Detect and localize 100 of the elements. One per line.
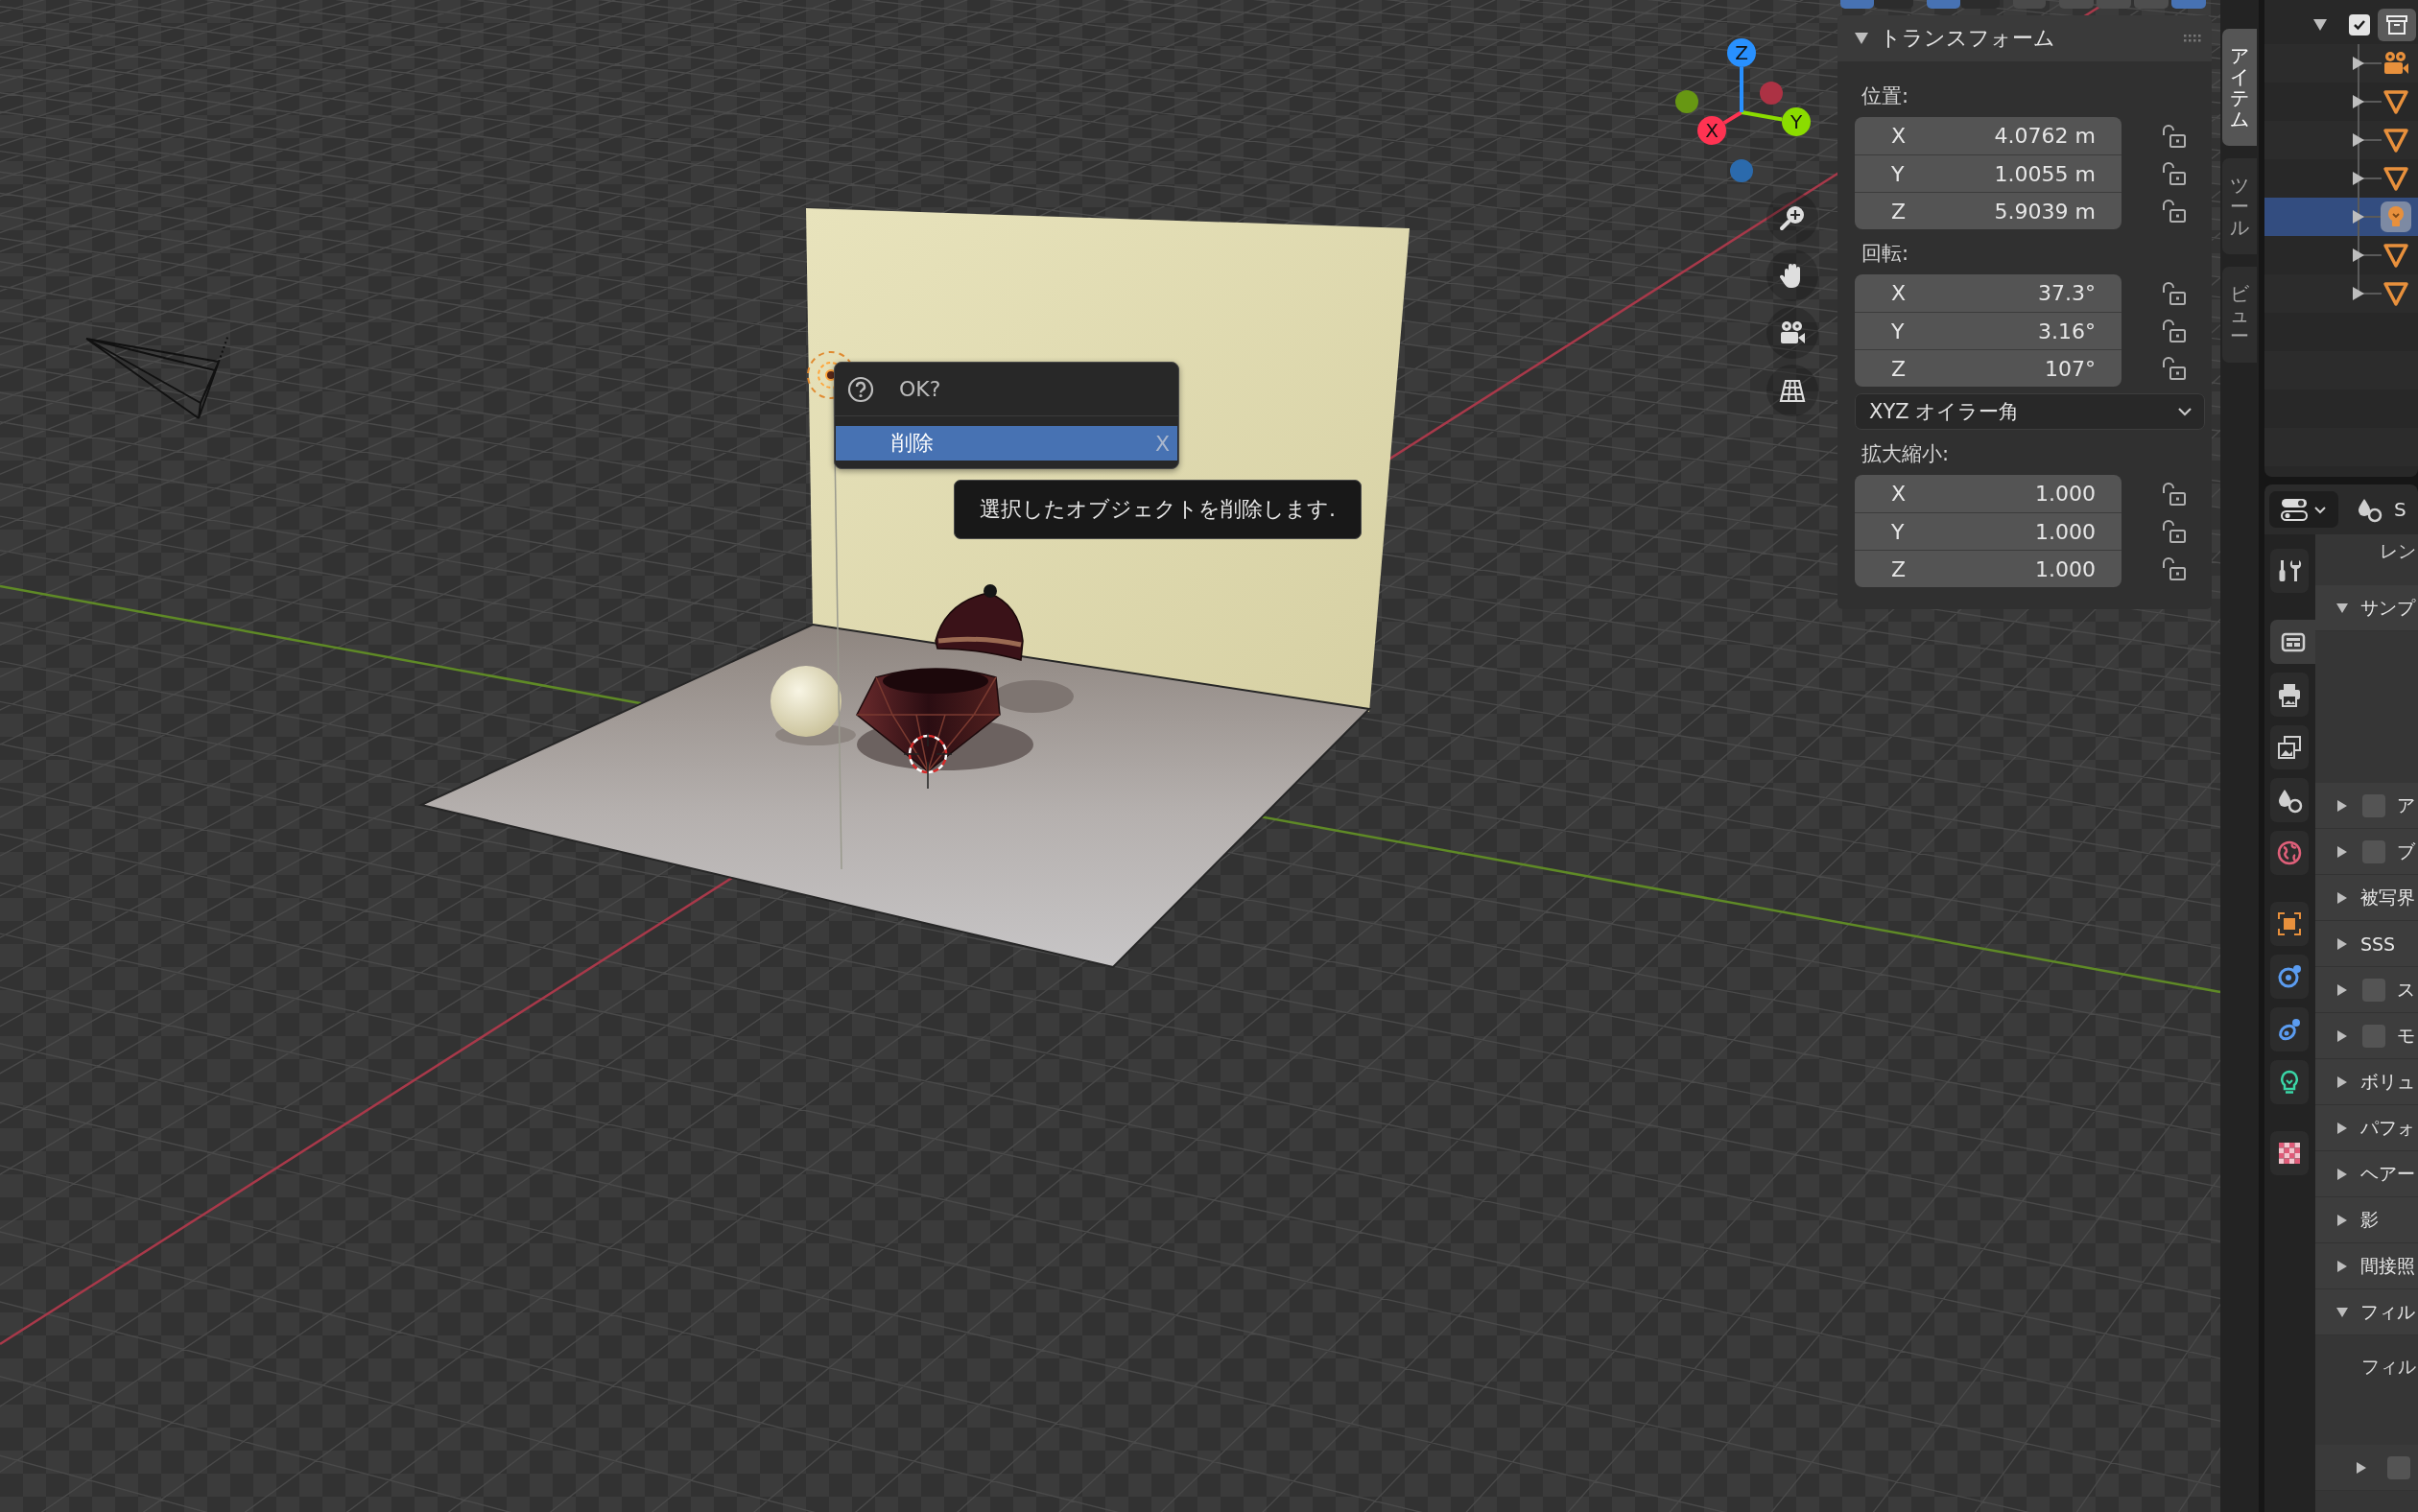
field-label: X: [1891, 281, 1907, 305]
axis-handle[interactable]: Y: [1782, 107, 1811, 136]
properties-tab[interactable]: [2270, 1007, 2309, 1051]
expand-arrow-icon[interactable]: [2352, 172, 2365, 185]
section-label: 位置:: [1861, 83, 1910, 109]
panel-title: モ: [2397, 1023, 2415, 1048]
sidebar-tab[interactable]: ビュー: [2222, 267, 2257, 363]
field-value: 4.0762 m: [1994, 124, 2096, 148]
panel-header[interactable]: サンプ: [2315, 585, 2418, 631]
panel-title: 影: [2360, 1207, 2379, 1232]
panel-header[interactable]: ス: [2315, 967, 2418, 1013]
field-label: Z: [1891, 556, 1907, 581]
panel-header[interactable]: SSS: [2315, 921, 2418, 967]
rotation-mode-dropdown[interactable]: XYZ オイラー角: [1855, 393, 2205, 430]
properties-tab[interactable]: [2270, 831, 2309, 875]
zoom-button[interactable]: [1766, 192, 1818, 244]
field-value: 3.16°: [2038, 319, 2096, 343]
padlock-icon[interactable]: [2160, 280, 2187, 306]
camera-view-button[interactable]: [1766, 307, 1818, 359]
properties-tab[interactable]: [2270, 1131, 2309, 1175]
padlock-icon[interactable]: [2160, 318, 2187, 343]
properties-tab[interactable]: [2270, 725, 2309, 769]
panel-title: ブ: [2397, 839, 2415, 863]
panel-title: ボリュ: [2360, 1069, 2415, 1094]
panel-header[interactable]: ヘアー: [2315, 1151, 2418, 1197]
panel-header[interactable]: モ: [2315, 1013, 2418, 1059]
field-label: Z: [1891, 199, 1907, 224]
negative-axis-handle[interactable]: [1730, 159, 1753, 182]
padlock-icon[interactable]: [2160, 123, 2187, 149]
panel-header[interactable]: 間接照: [2315, 1243, 2418, 1289]
properties-tab[interactable]: [2270, 955, 2309, 999]
property-label: フィル: [2360, 1355, 2417, 1379]
panel-title: パフォ: [2360, 1115, 2415, 1140]
panel-title: ア: [2397, 792, 2415, 817]
properties-tab[interactable]: [2270, 902, 2309, 946]
panel-header[interactable]: トランスフォーム: [1837, 15, 2212, 61]
padlock-icon[interactable]: [2160, 355, 2187, 381]
sidebar-tab[interactable]: ツール: [2222, 158, 2257, 254]
checkbox[interactable]: [2349, 14, 2370, 35]
orbit-icon: [2276, 963, 2303, 990]
expand-arrow-icon[interactable]: [2352, 133, 2365, 147]
panel-header[interactable]: ボリュ: [2315, 1059, 2418, 1105]
chevron-icon: [2177, 407, 2193, 416]
projection-button[interactable]: [1766, 365, 1818, 416]
panel-header[interactable]: フィル: [2315, 1289, 2418, 1335]
expand-arrow-icon[interactable]: [2352, 57, 2365, 70]
number-field[interactable]: Z 5.9039 m: [1855, 192, 2122, 229]
field-value: 37.3°: [2038, 281, 2096, 305]
number-field[interactable]: Z 107°: [1855, 349, 2122, 387]
collection-icon: [2378, 9, 2416, 41]
chevron-icon: [2313, 505, 2327, 514]
menu-item[interactable]: 削除 X: [836, 426, 1177, 461]
padlock-icon[interactable]: [2160, 481, 2187, 507]
number-field[interactable]: Y 3.16°: [1855, 312, 2122, 349]
panel-header[interactable]: パフォ: [2315, 1105, 2418, 1151]
negative-axis-handle[interactable]: [1675, 90, 1698, 113]
expand-arrow-icon[interactable]: [2352, 287, 2365, 300]
shortcut-label: X: [1154, 431, 1170, 456]
panel-header[interactable]: ア: [2315, 783, 2418, 829]
field-value: 1.000: [2035, 482, 2096, 506]
negative-axis-handle[interactable]: [1760, 82, 1783, 105]
3d-viewport[interactable]: X Y Z OK? 削除 X 選択したオブジェクトを削除します. トランスフォーム 位置: X 4.0762 m Y 1.0055 m Z 5.9039 m 回転: X 37.3° Y 3.16° Z 107° XYZ オイラー角 拡大縮小: X 1.000 Y 1.000 Z 1.000: [0, 0, 2220, 1512]
number-field[interactable]: Z 1.000: [1855, 550, 2122, 587]
toggle-icon: [2281, 497, 2308, 522]
padlock-icon[interactable]: [2160, 160, 2187, 186]
number-field[interactable]: X 1.000: [1855, 475, 2122, 512]
sidebar-tab[interactable]: アイテム: [2222, 29, 2257, 146]
expand-arrow-icon[interactable]: [2352, 210, 2365, 224]
checkbox[interactable]: [2387, 1455, 2410, 1479]
panel-header[interactable]: 被写界: [2315, 875, 2418, 921]
expand-arrow-icon[interactable]: [2352, 248, 2365, 262]
panel-title: フィル: [2360, 1299, 2415, 1324]
image-stack-icon: [2276, 734, 2303, 761]
panel-title: ヘアー: [2360, 1161, 2415, 1186]
expand-arrow-icon[interactable]: [2352, 95, 2365, 108]
padlock-icon[interactable]: [2160, 555, 2187, 581]
chain-link-icon: [2276, 1016, 2303, 1043]
properties-tab[interactable]: [2270, 620, 2315, 664]
properties-tab[interactable]: [2270, 1060, 2309, 1104]
number-field[interactable]: X 4.0762 m: [1855, 117, 2122, 154]
number-field[interactable]: Y 1.000: [1855, 512, 2122, 550]
number-field[interactable]: X 37.3°: [1855, 274, 2122, 312]
properties-tab[interactable]: [2270, 673, 2309, 717]
panel-header[interactable]: 影: [2315, 1197, 2418, 1243]
pan-button[interactable]: [1766, 249, 1818, 301]
padlock-icon[interactable]: [2160, 198, 2187, 224]
editor-type-button[interactable]: [2269, 491, 2338, 528]
number-field[interactable]: Y 1.0055 m: [1855, 154, 2122, 192]
panel-header[interactable]: ブ: [2315, 829, 2418, 875]
axis-handle[interactable]: Z: [1727, 38, 1756, 67]
panel-title: 間接照: [2360, 1253, 2415, 1278]
properties-tab[interactable]: [2270, 549, 2309, 593]
globe-icon: [2276, 839, 2303, 866]
field-value: 107°: [2045, 356, 2096, 381]
collapse-arrow-icon[interactable]: [2313, 19, 2327, 31]
padlock-icon[interactable]: [2160, 518, 2187, 544]
properties-tab[interactable]: [2270, 778, 2309, 822]
field-value: 5.9039 m: [1994, 199, 2096, 224]
drag-handle-icon[interactable]: [2183, 34, 2202, 43]
axis-handle[interactable]: X: [1697, 116, 1726, 145]
